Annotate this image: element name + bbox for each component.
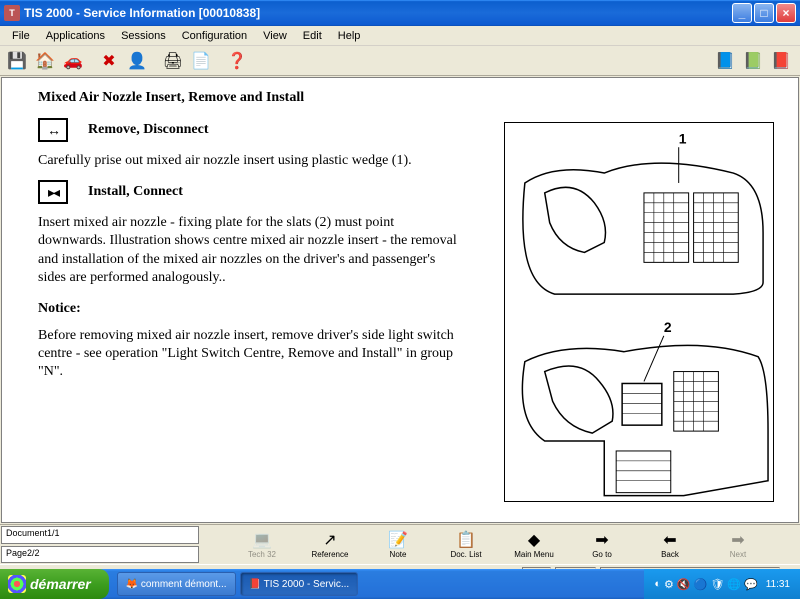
page-counter[interactable]: Page2/2 <box>1 546 199 564</box>
document-title: Mixed Air Nozzle Insert, Remove and Inst… <box>38 90 762 106</box>
cancel-button[interactable]: ✖ <box>96 48 122 74</box>
nav-next: ➡Next <box>716 530 760 559</box>
window-title: TIS 2000 - Service Information [00010838… <box>24 6 260 20</box>
menu-view[interactable]: View <box>255 28 295 44</box>
tray-icon[interactable]: 💬 <box>744 578 758 591</box>
module-button-2[interactable]: 📗 <box>740 48 766 74</box>
task-item[interactable]: 🦊 comment démont... <box>117 572 236 596</box>
nav-buttons: 💻Tech 32 ↗Reference 📝Note 📋Doc. List ◆Main M… <box>200 525 800 564</box>
menu-configuration[interactable]: Configuration <box>174 28 255 44</box>
fig-label-2: 2 <box>664 319 672 335</box>
doc-button[interactable]: 📄 <box>188 48 214 74</box>
help-button[interactable]: ❓ <box>224 48 250 74</box>
app-icon: T <box>4 5 20 21</box>
tray-icon[interactable]: 🛡 <box>710 578 724 591</box>
nav-note[interactable]: 📝Note <box>376 530 420 559</box>
remove-heading: Remove, Disconnect <box>88 122 209 138</box>
notice-text: Before removing mixed air nozzle insert,… <box>38 327 458 382</box>
vehicle-button[interactable]: 🚗 <box>60 48 86 74</box>
user-button[interactable]: 👤 <box>124 48 150 74</box>
module-button-3[interactable]: 📕 <box>768 48 794 74</box>
menu-sessions[interactable]: Sessions <box>113 28 174 44</box>
minimize-button[interactable]: _ <box>732 3 752 23</box>
menu-edit[interactable]: Edit <box>295 28 330 44</box>
illustration-svg: 1 2 <box>505 123 773 501</box>
tray-icon[interactable]: 🔇 <box>677 578 691 591</box>
fig-label-1: 1 <box>679 130 687 146</box>
remove-icon: ↔ <box>38 118 68 142</box>
nav-main-menu[interactable]: ◆Main Menu <box>512 530 556 559</box>
document-counter[interactable]: Document1/1 <box>1 526 199 544</box>
system-tray[interactable]: ◐⚙🔇🔵🛡🌐💬 11:31 <box>644 569 800 599</box>
document-viewport[interactable]: Mixed Air Nozzle Insert, Remove and Inst… <box>1 77 799 523</box>
nav-tech-32: 💻Tech 32 <box>240 530 284 559</box>
start-button[interactable]: démarrer <box>0 569 109 599</box>
nav-reference[interactable]: ↗Reference <box>308 530 352 559</box>
install-text: Insert mixed air nozzle - fixing plate f… <box>38 214 458 287</box>
nav-doc-list[interactable]: 📋Doc. List <box>444 530 488 559</box>
menu-help[interactable]: Help <box>330 28 369 44</box>
nav-panel: Document1/1 Page2/2 💻Tech 32 ↗Reference 📝N… <box>0 524 800 564</box>
home-button[interactable]: 🏠 <box>32 48 58 74</box>
menu-bar: File Applications Sessions Configuration… <box>0 26 800 46</box>
taskbar: démarrer 🦊 comment démont...📕 TIS 2000 -… <box>0 569 800 599</box>
nav-back[interactable]: ⬅Back <box>648 530 692 559</box>
module-button-1[interactable]: 📘 <box>712 48 738 74</box>
illustration-panel: 1 2 <box>504 122 774 502</box>
title-bar: T TIS 2000 - Service Information [000108… <box>0 0 800 26</box>
tray-icon[interactable]: ◐ <box>654 578 661 591</box>
close-button[interactable]: × <box>776 3 796 23</box>
install-icon: ▸◂ <box>38 180 68 204</box>
install-heading: Install, Connect <box>88 184 183 200</box>
remove-text: Carefully prise out mixed air nozzle ins… <box>38 152 458 170</box>
tray-icon[interactable]: 🔵 <box>694 578 708 591</box>
nav-go-to[interactable]: ➡Go to <box>580 530 624 559</box>
tray-icon[interactable]: ⚙ <box>664 578 674 591</box>
print-button[interactable]: 🖨 <box>160 48 186 74</box>
maximize-button[interactable]: □ <box>754 3 774 23</box>
tray-icon[interactable]: 🌐 <box>727 578 741 591</box>
menu-file[interactable]: File <box>4 28 38 44</box>
save-button[interactable]: 💾 <box>4 48 30 74</box>
clock: 11:31 <box>766 579 790 590</box>
task-item[interactable]: 📕 TIS 2000 - Servic... <box>240 572 359 596</box>
toolbar: 💾 🏠 🚗 ✖ 👤 🖨 📄 ❓ 📘 📗 📕 <box>0 46 800 76</box>
menu-applications[interactable]: Applications <box>38 28 113 44</box>
